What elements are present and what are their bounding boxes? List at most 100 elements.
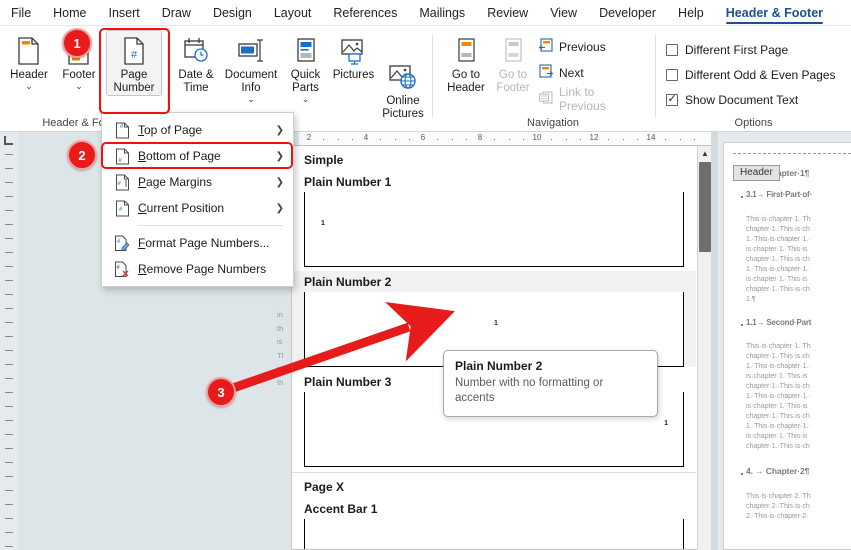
ribbon-group-label-options: Options: [734, 117, 773, 129]
chevron-down-icon[interactable]: ⌄: [247, 95, 255, 104]
chevron-right-icon: ❯: [275, 176, 284, 188]
menu-item-bottom-of-page[interactable]: # Bottom of Page ❯: [102, 143, 293, 169]
page-number-preview: 1: [494, 320, 498, 327]
tab-home[interactable]: Home: [42, 0, 97, 26]
menu-item-top-of-page[interactable]: # Top of Page ❯: [102, 117, 293, 143]
menu-item-label: Top of Page: [138, 123, 203, 137]
document-page[interactable]: 3. → Chapter·1¶ 3.1→ First·Part·of· This…: [723, 142, 851, 550]
tab-draw[interactable]: Draw: [151, 0, 202, 26]
checkbox-icon[interactable]: [666, 69, 678, 81]
page-number-gallery[interactable]: Simple Plain Number 1 1 Plain Number 2 1…: [291, 146, 711, 550]
chevron-down-icon[interactable]: ⌄: [302, 95, 310, 104]
ruler-tick: [5, 504, 13, 505]
different-first-page-checkbox[interactable]: Different First Page: [666, 40, 788, 60]
tab-file[interactable]: File: [0, 0, 42, 26]
chevron-right-icon: ❯: [275, 124, 284, 136]
document-paragraph-2-line-4: is·chapter·1.·This·is: [746, 371, 808, 380]
ruler-tick: [622, 139, 624, 140]
gutter-text-line: in: [277, 310, 283, 319]
document-pane-scroll-edge[interactable]: [711, 132, 718, 550]
tab-design[interactable]: Design: [202, 0, 263, 26]
online-pictures-button[interactable]: Online Pictures: [377, 56, 429, 122]
page-number-preview: 1: [664, 420, 668, 427]
ruler-number: 4: [363, 133, 369, 142]
page-number-dropdown-menu[interactable]: # Top of Page ❯ # Bottom of Page ❯ # Pag…: [101, 112, 294, 287]
tab-help[interactable]: Help: [667, 0, 715, 26]
ruler-tick: [380, 139, 382, 140]
tab-developer[interactable]: Developer: [588, 0, 667, 26]
gallery-thumb[interactable]: [304, 519, 684, 549]
gallery-item-accent-bar-1[interactable]: Accent Bar 1: [292, 498, 696, 549]
quick-parts-button-label: Quick Parts: [290, 69, 321, 94]
menu-item-remove-page-numbers[interactable]: # Remove Page Numbers: [102, 256, 293, 282]
ruler-tick: [5, 532, 13, 533]
menu-item-format-page-numbers[interactable]: # Format Page Numbers...: [102, 230, 293, 256]
gallery-scrollbar[interactable]: ▲: [697, 146, 711, 550]
gallery-thumb[interactable]: 1: [304, 192, 684, 267]
ruler-tick: [5, 294, 13, 295]
document-info-icon: [235, 35, 267, 67]
menu-item-page-margins[interactable]: # Page Margins ❯: [102, 169, 293, 195]
ruler-tick: [5, 182, 13, 183]
checkbox-icon[interactable]: [666, 44, 678, 56]
header-button[interactable]: Header ⌄: [4, 30, 54, 92]
ruler-tick: [551, 139, 553, 140]
ruler-number: 10: [532, 133, 542, 142]
ruler-tick: [5, 448, 13, 449]
tab-review[interactable]: Review: [476, 0, 539, 26]
document-text-fragments: in th is Tl in th: [277, 308, 291, 408]
date-and-time-button[interactable]: Date & Time: [172, 30, 220, 96]
document-preview-pane[interactable]: 3. → Chapter·1¶ 3.1→ First·Part·of· This…: [711, 132, 851, 550]
tab-header-and-footer[interactable]: Header & Footer: [715, 0, 834, 26]
goto-footer-icon: [501, 35, 525, 67]
checkbox-checked-icon[interactable]: [666, 92, 678, 106]
scrollbar-thumb[interactable]: [699, 162, 711, 252]
gallery-category-page-x: Page X: [304, 480, 345, 494]
ruler-tick: [5, 434, 13, 435]
tab-mailings[interactable]: Mailings: [408, 0, 476, 26]
document-info-button[interactable]: Document Info ⌄: [221, 30, 281, 105]
chevron-down-icon[interactable]: ⌄: [25, 82, 33, 91]
next-icon: [538, 64, 554, 82]
gallery-item-label: Plain Number 1: [304, 175, 392, 189]
page-number-button[interactable]: # Page Number: [106, 30, 162, 96]
tab-view[interactable]: View: [539, 0, 588, 26]
ruler-number: 12: [589, 133, 599, 142]
gallery-item-plain-number-1[interactable]: Plain Number 1 1: [292, 171, 696, 267]
menu-item-label: Bottom of Page: [138, 149, 221, 163]
ruler-tick: [565, 139, 567, 140]
document-paragraph-1-line-4: is·chapter·1.·This·is: [746, 244, 808, 253]
previous-button[interactable]: Previous: [534, 36, 610, 58]
tab-references[interactable]: References: [322, 0, 408, 26]
vertical-ruler[interactable]: [0, 132, 18, 550]
document-paragraph-2-line-11: chapter·1.·This·is·ch: [746, 441, 810, 450]
online-pictures-icon: [387, 61, 419, 93]
ruler-tick: [5, 336, 13, 337]
pictures-button[interactable]: Pictures: [330, 30, 377, 83]
different-odd-even-pages-checkbox[interactable]: Different Odd & Even Pages: [666, 65, 836, 85]
menu-item-current-position[interactable]: # Current Position ❯: [102, 195, 293, 221]
page-margins-icon: #: [112, 174, 132, 191]
menu-item-label: Format Page Numbers...: [138, 236, 270, 250]
show-document-text-checkbox[interactable]: Show Document Text: [666, 90, 798, 110]
quick-parts-button[interactable]: Quick Parts ⌄: [282, 30, 329, 105]
chevron-down-icon[interactable]: ⌄: [75, 82, 83, 91]
document-paragraph-3-line-2: chapter·2.·This·is·ch: [746, 501, 810, 510]
ruler-tick: [5, 238, 13, 239]
document-paragraph-1-line-1: This·is·chapter·1.·Th: [746, 214, 811, 223]
document-paragraph-1-line-8: chapter·1.·This·is·ch: [746, 284, 810, 293]
tab-insert[interactable]: Insert: [98, 0, 151, 26]
gutter-text-line: in: [277, 364, 283, 373]
next-button[interactable]: Next: [534, 62, 588, 84]
link-to-previous-button: Link to Previous: [534, 85, 648, 113]
document-paragraph-2-line-3: 1.·This·is·chapter·1.·: [746, 361, 811, 370]
ribbon-tab-bar: File Home Insert Draw Design Layout Refe…: [0, 0, 851, 26]
svg-text:#: #: [131, 49, 138, 61]
tab-stop-marker-icon[interactable]: [4, 136, 13, 145]
goto-header-button[interactable]: Go to Header: [443, 30, 489, 96]
tab-layout[interactable]: Layout: [263, 0, 323, 26]
scroll-up-icon[interactable]: ▲: [698, 146, 712, 160]
document-paragraph-2-line-9: 1.·This·is·chapter·1.·: [746, 421, 811, 430]
step-badge-label: 3: [217, 384, 225, 400]
paragraph-anchor: [741, 324, 743, 326]
